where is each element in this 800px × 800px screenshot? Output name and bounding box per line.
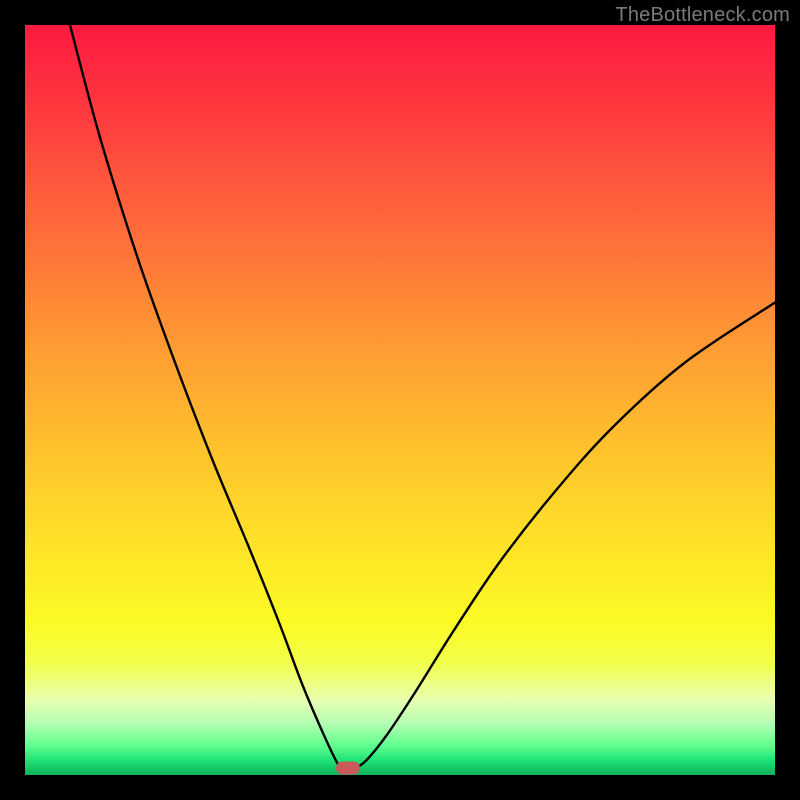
optimal-marker <box>336 761 360 774</box>
watermark-text: TheBottleneck.com <box>615 4 790 27</box>
bottleneck-curve <box>25 25 775 775</box>
plot-area <box>25 25 775 775</box>
outer-frame: TheBottleneck.com <box>0 0 800 800</box>
curve-path <box>70 25 775 770</box>
